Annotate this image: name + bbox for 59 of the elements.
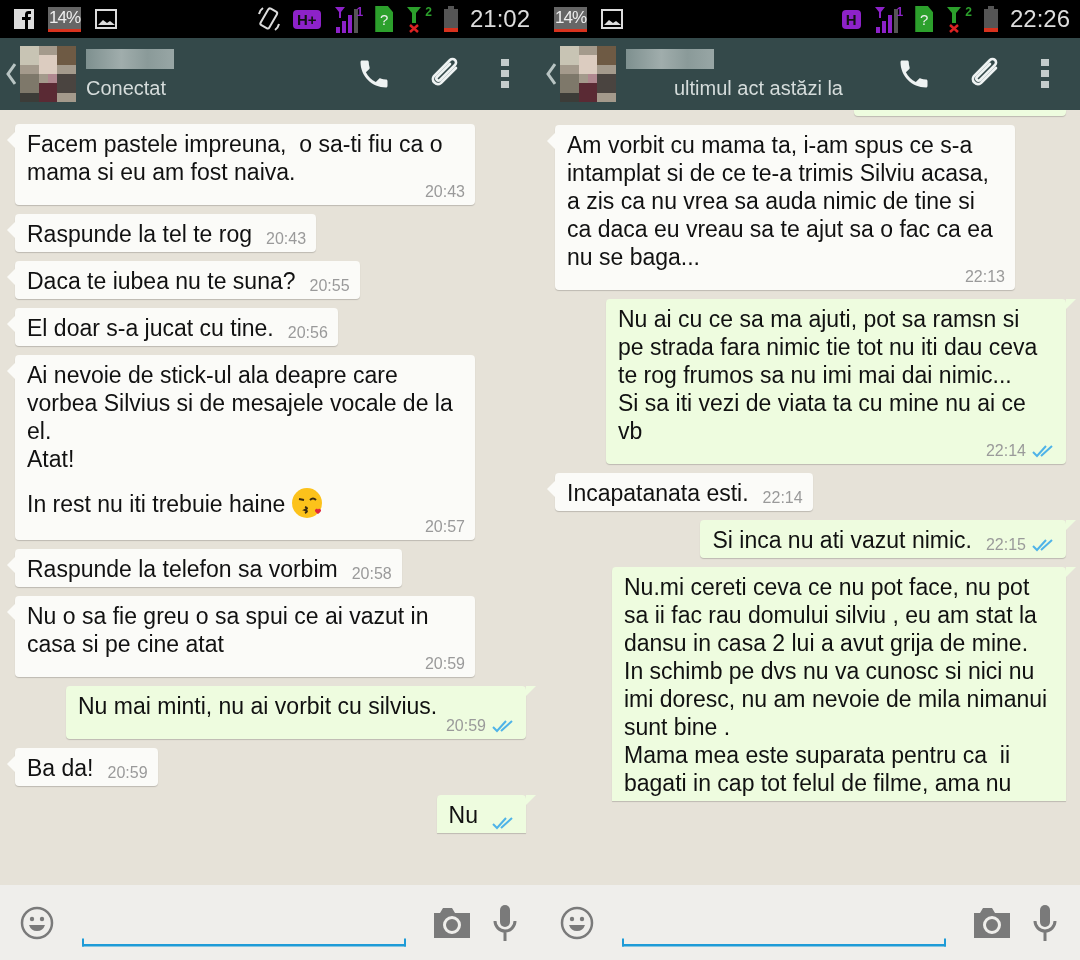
battery-saver-badge: 14% xyxy=(48,6,82,32)
message-time: 20:57 xyxy=(424,517,465,537)
camera-icon[interactable] xyxy=(434,907,470,938)
sim-card-badge: ? xyxy=(915,6,934,32)
battery-icon xyxy=(983,6,998,32)
message-text: Raspunde la telefon sa vorbim xyxy=(27,555,338,583)
contact-status: ultimul act astăzi la xyxy=(674,76,844,100)
app-notification-icon xyxy=(14,9,34,29)
contact-status: Conectat xyxy=(86,76,168,100)
message-time: 20:59 xyxy=(445,716,486,736)
message-text: Incapatanata esti. xyxy=(567,479,749,507)
message-text: Am vorbit cu mama ta, i-am spus ce s-a intamplat si de ce te-a trimis Silviu acasa, a zis ca nu vrea sa auda nimic de tine si ca daca eu vreau sa te ajut sa o fac ca ea nu se baga... xyxy=(567,131,994,270)
auto-rotate-icon xyxy=(256,6,281,32)
menu-icon[interactable] xyxy=(1040,58,1050,90)
emoji-icon[interactable] xyxy=(20,905,54,940)
message-text: Ba da! xyxy=(27,754,94,782)
message-text: Nu ai cu ce sa ma ajuti, pot sa ramsn si pe strada fara nimic tie tot nu iti dau ceva te rog frumos sa nu imi mai dai nimic... Si sa iti vezi de viata ta cu mine nu ai ce vb xyxy=(618,305,1039,444)
back-chevron-icon[interactable] xyxy=(6,63,16,85)
sim-number: 1 xyxy=(896,5,904,19)
network-type-badge: H+ xyxy=(292,9,321,29)
message-time: 22:14 xyxy=(762,488,803,508)
clock-time: 21:02 xyxy=(469,5,530,33)
camera-icon[interactable] xyxy=(974,907,1010,938)
message-time: 20:59 xyxy=(107,763,148,783)
message-text: Nu xyxy=(448,801,478,829)
message-time: 20:55 xyxy=(309,276,350,296)
message-time: 20:56 xyxy=(287,323,328,343)
sim-number: 2 xyxy=(425,5,432,19)
message-text: El doar s-a jucat cu tine. xyxy=(27,314,274,342)
message-time: 20:59 xyxy=(424,654,465,674)
sim-number: 2 xyxy=(965,5,972,19)
message-text: Si inca nu ati vazut nimic. xyxy=(712,526,972,554)
message-time: 20:43 xyxy=(424,182,465,202)
menu-icon[interactable] xyxy=(500,58,510,90)
message-text: In rest nu iti trebuie haine xyxy=(27,490,286,518)
battery-saver-badge: 14% xyxy=(554,6,588,32)
back-chevron-icon[interactable] xyxy=(546,63,556,85)
sim-card-badge: ? xyxy=(375,6,394,32)
message-time: 22:15 xyxy=(985,535,1026,555)
message-time: 22:14 xyxy=(985,441,1026,461)
emoji-icon[interactable] xyxy=(560,905,594,940)
microphone-icon[interactable] xyxy=(1032,904,1058,941)
battery-icon xyxy=(443,6,458,32)
message-time: 20:43 xyxy=(266,229,307,249)
message-time: 22:13 xyxy=(964,267,1005,287)
image-icon xyxy=(95,9,118,29)
image-icon xyxy=(601,9,624,29)
microphone-icon[interactable] xyxy=(492,904,518,941)
network-type-badge: H xyxy=(841,9,861,29)
message-text: Facem pastele impreuna, o sa-ti fiu ca o mama si eu am fost naiva. xyxy=(27,130,444,185)
message-text: Daca te iubea nu te suna? xyxy=(27,267,296,295)
sim-number: 1 xyxy=(356,5,364,19)
message-text: Nu.mi cereti ceva ce nu pot face, nu pot sa ii fac rau domului silviu , eu am stat la dansu in casa 2 lui a avut grija de mine. In schimb pe dvs nu va cunosc si nici nu imi doresc, nu am nevoie de mila nimanui sunt bine . Mama mea este suparata pentru ca ii bagati in cap tot felul de filme, ama nu xyxy=(624,573,1049,797)
message-time: 20:58 xyxy=(351,564,392,584)
message-text: Ai nevoie de stick-ul ala deapre care vorbea Silvius si de mesajele vocale de la el. Atat! xyxy=(27,361,454,473)
clock-time: 22:26 xyxy=(1009,5,1070,33)
message-text: Nu o sa fie greu o sa spui ce ai vazut in casa si pe cine atat xyxy=(27,602,430,657)
message-text: Nu mai minti, nu ai vorbit cu silvius. xyxy=(78,692,438,720)
message-text: Raspunde la tel te rog xyxy=(27,220,253,248)
